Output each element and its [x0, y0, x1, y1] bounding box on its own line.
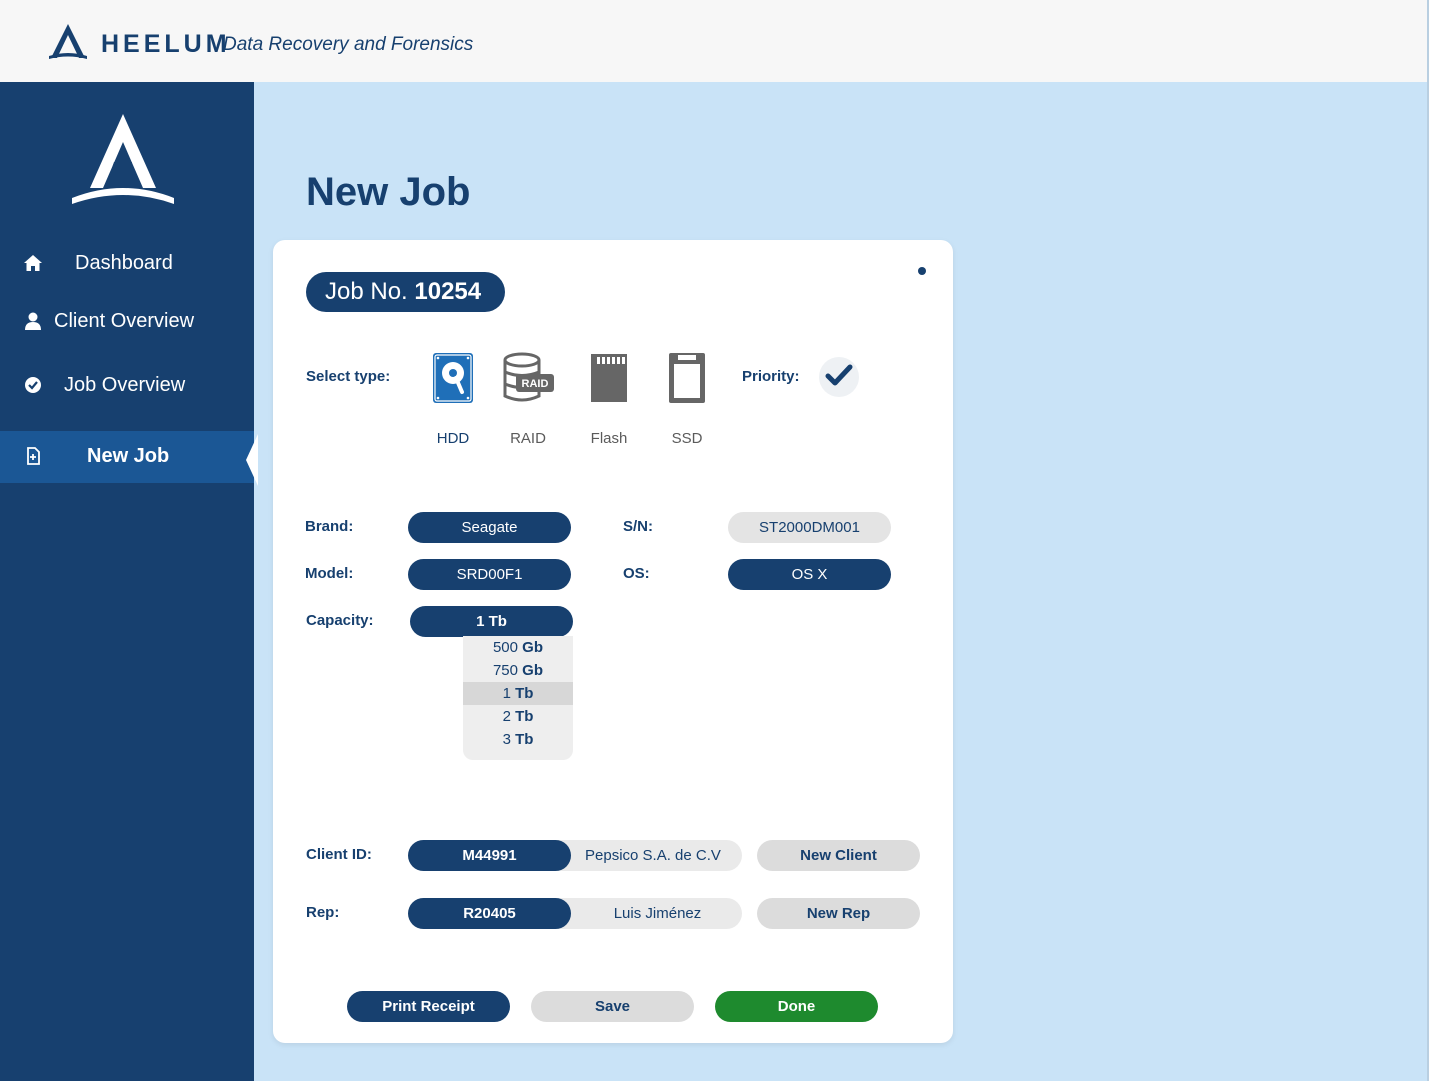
capacity-option-selected[interactable]: 1 Tb [463, 682, 573, 705]
capacity-label: Capacity: [306, 612, 374, 629]
brand-select[interactable]: Seagate [408, 512, 571, 543]
client-id-select[interactable]: M44991 [408, 840, 571, 871]
type-option-raid[interactable]: RAID RAID [493, 352, 563, 447]
flash-card-icon [591, 354, 627, 402]
new-rep-button[interactable]: New Rep [757, 898, 920, 929]
client-name-field[interactable]: Pepsico S.A. de C.V [555, 840, 742, 871]
sidebar-logo-icon [72, 114, 174, 204]
print-receipt-button[interactable]: Print Receipt [347, 991, 510, 1022]
raid-icon: RAID [503, 352, 554, 402]
sidebar-item-new-job[interactable]: New Job [0, 431, 254, 483]
ssd-icon [669, 353, 705, 403]
select-type-label: Select type: [306, 368, 391, 385]
model-label: Model: [305, 565, 354, 582]
capacity-option[interactable]: 500 Gb [463, 636, 573, 659]
page-title: New Job [306, 170, 471, 214]
type-option-hdd[interactable]: HDD [418, 352, 488, 447]
rep-label: Rep: [306, 904, 340, 921]
job-number-prefix: Job No. [325, 278, 408, 305]
type-label: Flash [590, 430, 628, 447]
new-client-button[interactable]: New Client [757, 840, 920, 871]
new-document-icon [27, 447, 40, 465]
sidebar-item-job-overview[interactable]: Job Overview [0, 360, 254, 412]
svg-text:RAID: RAID [522, 378, 549, 390]
sn-field[interactable]: ST2000DM001 [728, 512, 891, 543]
home-icon [24, 255, 42, 271]
type-label: RAID [510, 430, 546, 447]
capacity-option[interactable]: 750 Gb [463, 659, 573, 682]
hdd-icon [433, 353, 473, 403]
job-number: 10254 [414, 278, 482, 305]
type-label: HDD [436, 430, 470, 447]
model-select[interactable]: SRD00F1 [408, 559, 571, 590]
sidebar-item-client-overview[interactable]: Client Overview [0, 296, 254, 348]
os-label: OS: [623, 565, 650, 582]
sidebar-item-label: New Job [87, 445, 170, 467]
done-button[interactable]: Done [715, 991, 878, 1022]
type-option-ssd[interactable]: SSD [652, 352, 722, 447]
type-option-flash[interactable]: Flash [574, 352, 644, 447]
checkmark-icon [825, 364, 853, 386]
status-dot [918, 267, 926, 275]
sn-label: S/N: [623, 518, 653, 535]
capacity-select[interactable]: 1 Tb [410, 606, 573, 637]
brand-name: HEELUM [101, 30, 231, 58]
sidebar-item-label: Dashboard [75, 252, 173, 274]
heelum-logo-icon [49, 24, 87, 59]
brand-tagline: Data Recovery and Forensics [223, 34, 474, 55]
check-circle-icon [25, 377, 41, 393]
brand-label: Brand: [305, 518, 354, 535]
capacity-option[interactable]: 3 Tb [463, 728, 573, 751]
capacity-option[interactable]: 2 Tb [463, 705, 573, 728]
new-job-form: Job No. 10254 Select type: HDD RAID RAID [273, 240, 953, 1043]
sidebar-item-label: Job Overview [64, 374, 186, 396]
sidebar: Dashboard Client Overview Job Overview N… [0, 82, 254, 1081]
rep-id-select[interactable]: R20405 [408, 898, 571, 929]
active-indicator [246, 434, 258, 486]
sidebar-item-dashboard[interactable]: Dashboard [0, 238, 254, 290]
sidebar-item-label: Client Overview [54, 310, 195, 332]
client-id-label: Client ID: [306, 846, 372, 863]
priority-checkbox[interactable] [819, 357, 859, 397]
os-select[interactable]: OS X [728, 559, 891, 590]
rep-name-field[interactable]: Luis Jiménez [555, 898, 742, 929]
priority-label: Priority: [742, 368, 800, 385]
capacity-dropdown: 500 Gb 750 Gb 1 Tb 2 Tb 3 Tb [463, 636, 573, 760]
top-bar: HEELUM Data Recovery and Forensics [0, 0, 1429, 82]
type-label: SSD [671, 430, 703, 447]
save-button[interactable]: Save [531, 991, 694, 1022]
job-number-badge: Job No. 10254 [306, 272, 506, 312]
user-icon [25, 312, 41, 330]
